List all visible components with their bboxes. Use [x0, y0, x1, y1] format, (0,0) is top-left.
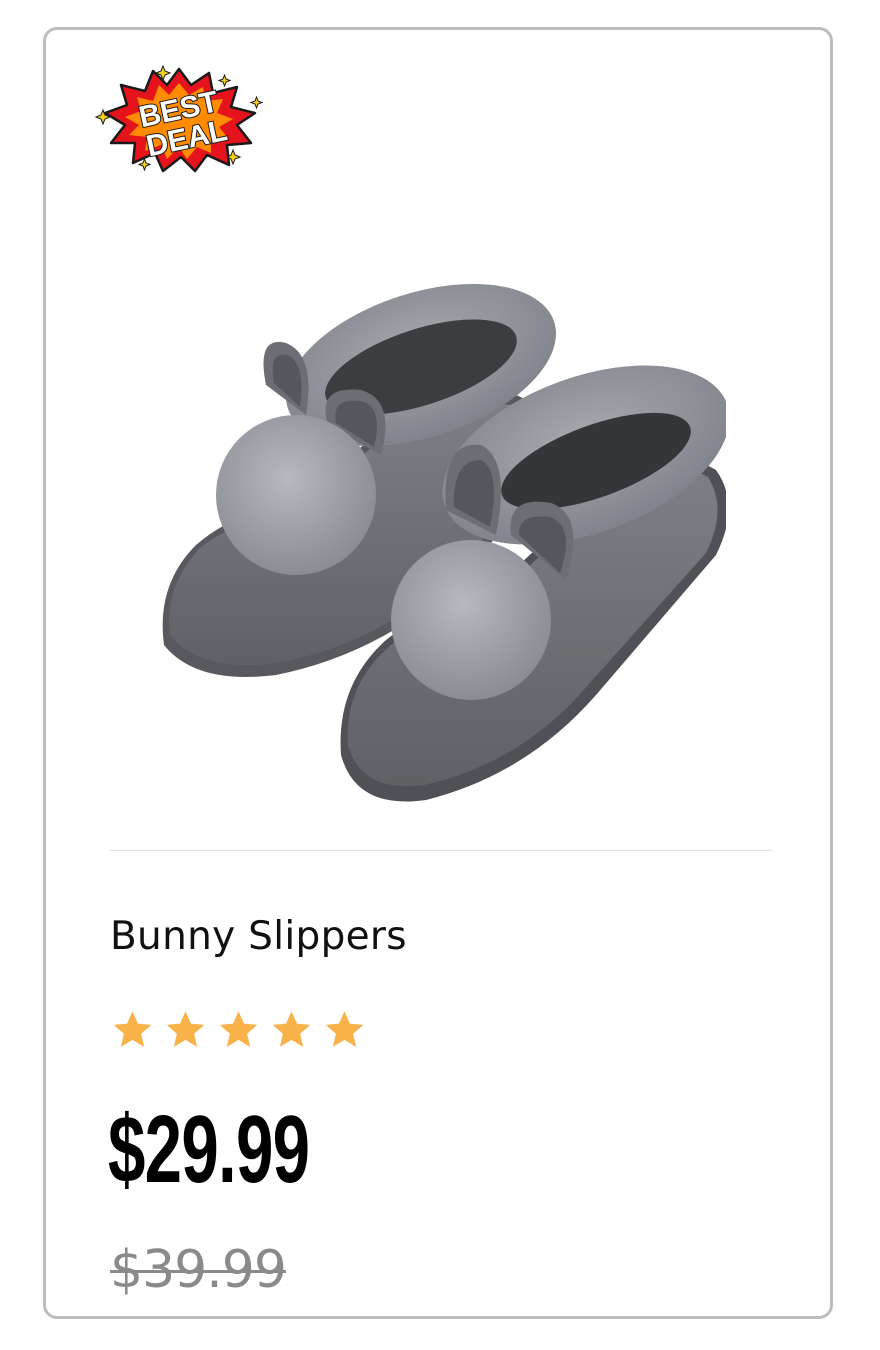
best-deal-badge: BEST DEAL: [94, 64, 264, 173]
star-rating: [110, 1008, 367, 1056]
divider: [110, 850, 772, 851]
star-icon: [219, 1011, 258, 1047]
current-price: $29.99: [108, 1096, 310, 1203]
star-icon: [272, 1011, 311, 1047]
star-icon: [113, 1011, 152, 1047]
product-name[interactable]: Bunny Slippers: [110, 913, 407, 961]
star-icon: [325, 1011, 364, 1047]
star-icon: [166, 1011, 205, 1047]
bunny-slippers-image[interactable]: [156, 255, 726, 815]
original-price: $39.99: [110, 1240, 287, 1300]
product-card[interactable]: BEST DEAL Bunny Slippers $29.99 $39.99: [43, 27, 833, 1319]
